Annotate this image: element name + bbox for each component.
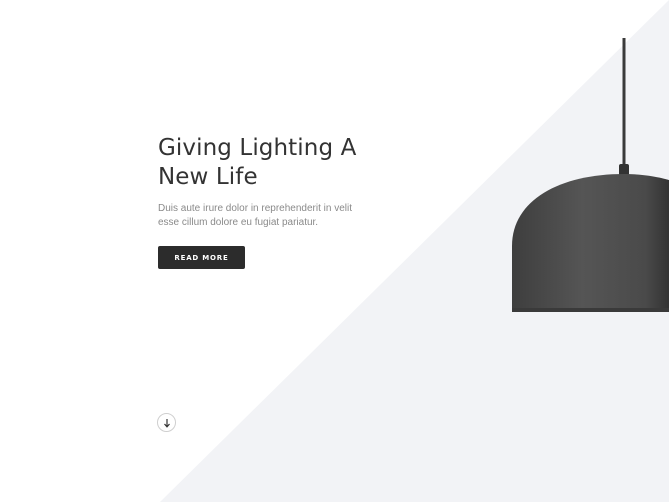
hero-section: Giving Lighting A New Life Duis aute iru… [0,0,669,502]
headline-line-1: Giving Lighting A [158,135,357,161]
scroll-down-button[interactable] [157,413,176,432]
arrow-down-icon [163,418,170,428]
hero-description: Duis aute irure dolor in reprehenderit i… [158,203,352,228]
pendant-lamp-image [512,38,669,312]
read-more-button[interactable]: READ MORE [158,246,245,269]
page-title: Giving Lighting A New Life [158,134,388,192]
headline-line-2: New Life [158,164,258,190]
hero-content: Giving Lighting A New Life Duis aute iru… [158,134,388,230]
